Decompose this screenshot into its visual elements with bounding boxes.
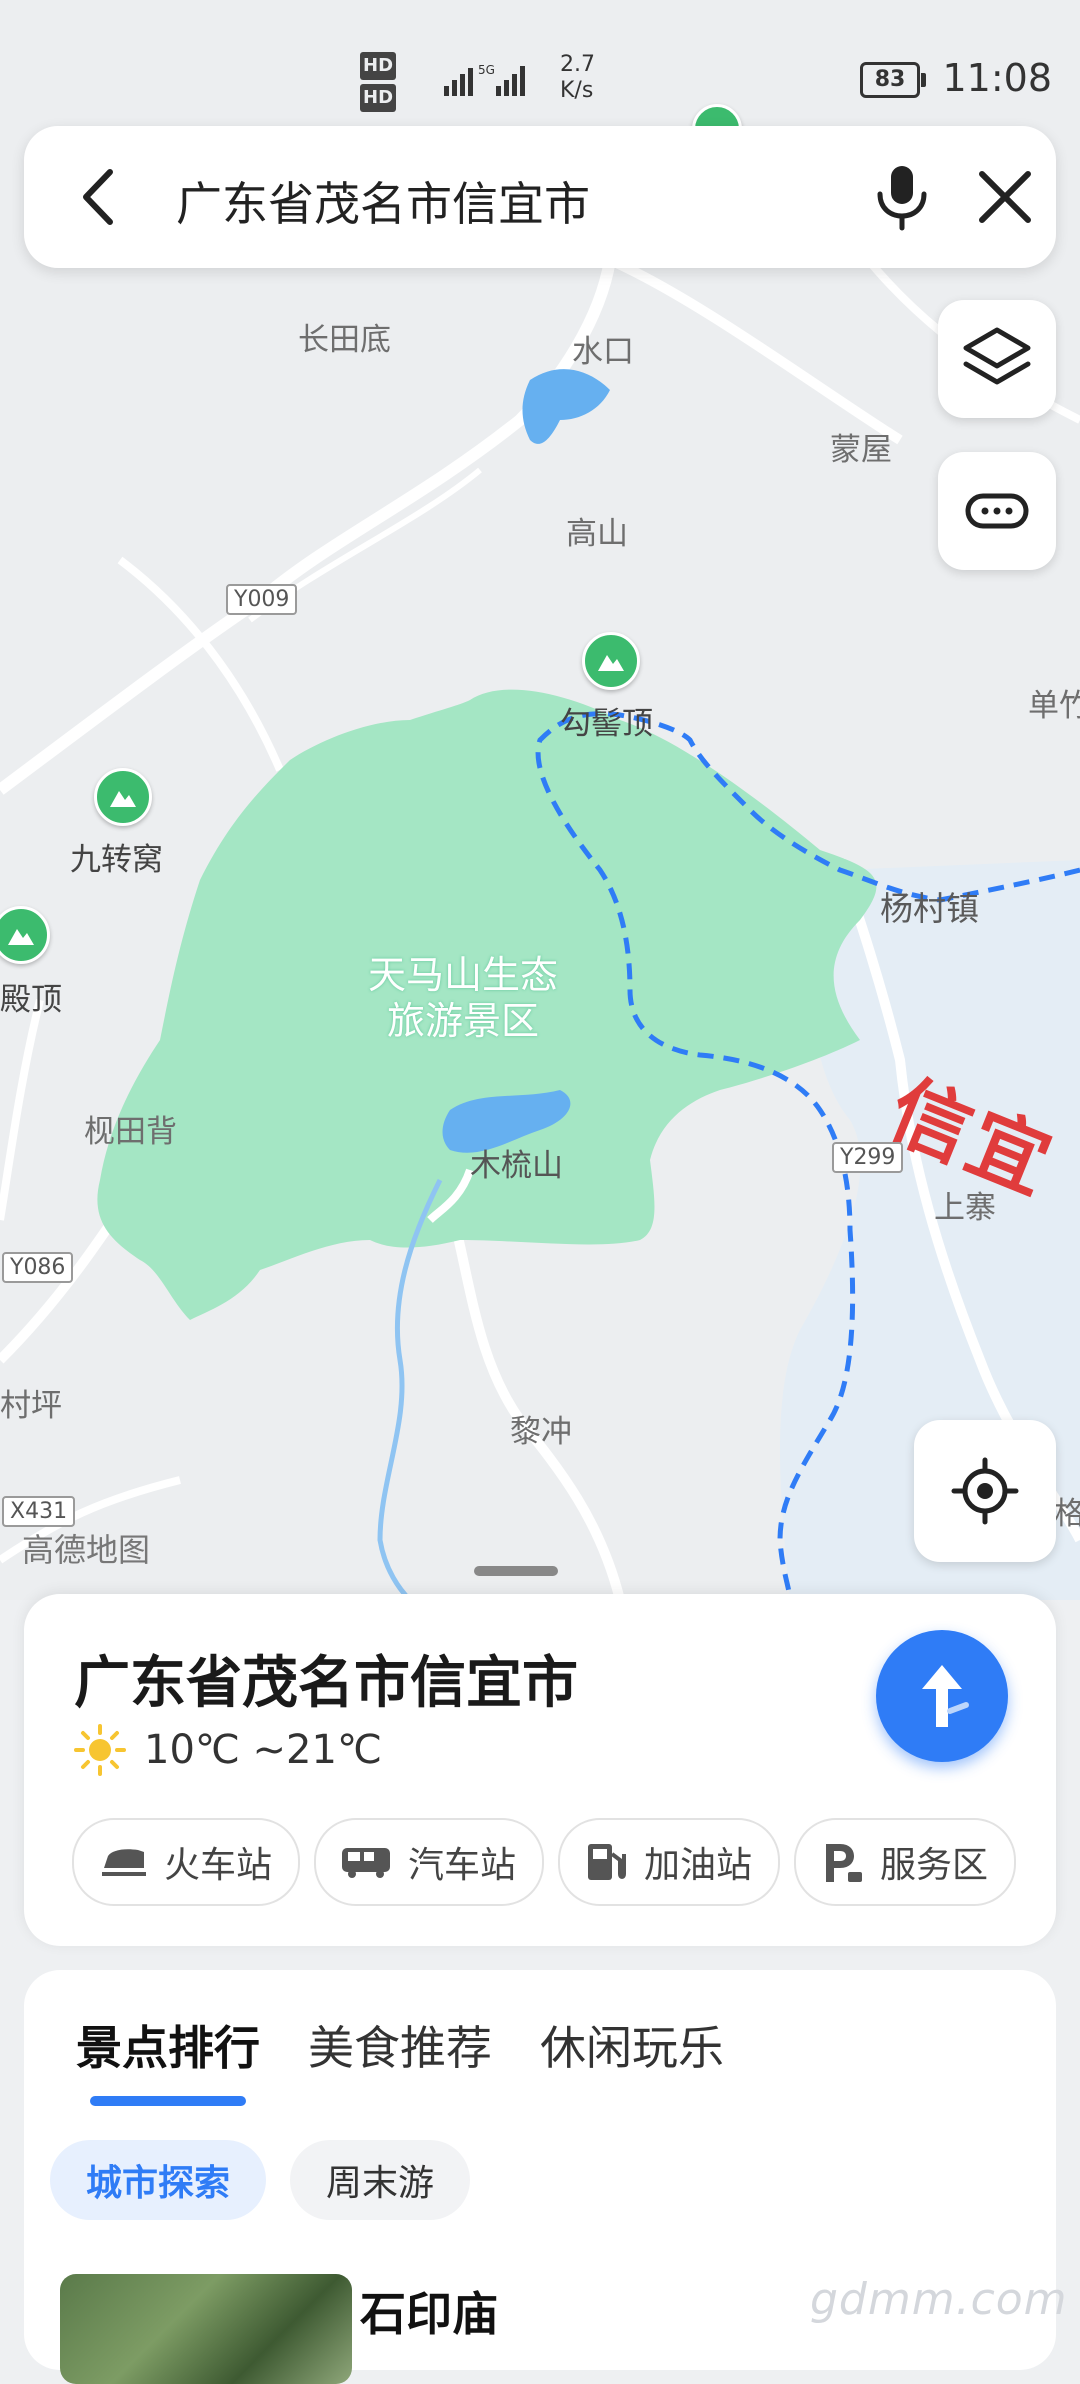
speed-unit: K/s xyxy=(560,78,594,103)
map-label-dianding: 殿顶 xyxy=(0,982,62,1018)
place-title: 广东省茂名市信宜市 xyxy=(74,1651,578,1716)
locate-button[interactable] xyxy=(914,1420,1056,1562)
more-tools-button[interactable] xyxy=(938,452,1056,570)
road-badge-y086: Y086 xyxy=(2,1252,74,1283)
network-type: 5G xyxy=(478,63,495,77)
hd-indicator: HD HD xyxy=(360,52,397,112)
mountain-icon xyxy=(8,929,34,945)
speed-value: 2.7 xyxy=(560,52,595,77)
back-arrow-icon[interactable] xyxy=(66,162,136,232)
map-label-xiantianbei: 枧田背 xyxy=(84,1114,177,1150)
scenic-spot-pin[interactable] xyxy=(94,768,152,826)
place-card: 广东省茂名市信宜市 10℃ ~21℃ 火车站 汽车站 加油站 服务区 xyxy=(24,1594,1056,1946)
park-label: 天马山生态 旅游景区 xyxy=(368,952,558,1044)
attraction-name[interactable]: 石印庙 xyxy=(360,2278,498,2344)
attraction-thumbnail[interactable] xyxy=(60,2274,352,2384)
signal-icon: 5G xyxy=(444,63,525,96)
map-provider-logo: 高德地图 xyxy=(22,1531,151,1569)
sun-icon xyxy=(74,1724,126,1776)
pill-city-explore[interactable]: 城市探索 xyxy=(50,2140,267,2220)
chip-train-station[interactable]: 火车站 xyxy=(72,1818,301,1906)
navigation-arrow-icon xyxy=(922,1665,969,1727)
search-query[interactable]: 广东省茂名市信宜市 xyxy=(176,168,590,234)
status-time: 11:08 xyxy=(942,56,1052,100)
chip-label: 火车站 xyxy=(164,1845,273,1886)
category-pills: 城市探索 周末游 xyxy=(50,2140,471,2220)
active-tab-indicator xyxy=(90,2096,246,2106)
road-badge-y299: Y299 xyxy=(832,1142,904,1173)
mountain-icon xyxy=(110,791,136,807)
navigate-button[interactable] xyxy=(876,1630,1008,1762)
locate-icon xyxy=(951,1457,1019,1525)
sheet-drag-handle[interactable] xyxy=(474,1566,558,1576)
chip-gas-station[interactable]: 加油站 xyxy=(558,1818,781,1906)
mountain-icon xyxy=(598,655,624,671)
chip-bus-station[interactable]: 汽车站 xyxy=(314,1818,545,1906)
scenic-spot-pin[interactable] xyxy=(582,632,640,690)
temperature-range: 10℃ ~21℃ xyxy=(144,1727,382,1773)
train-icon xyxy=(102,1849,146,1876)
pill-weekend-trip[interactable]: 周末游 xyxy=(290,2140,471,2220)
map-label-shuikou: 水口 xyxy=(572,334,634,370)
gas-station-icon xyxy=(588,1844,627,1880)
park-label-line2: 旅游景区 xyxy=(387,999,540,1043)
road-badge-y009: Y009 xyxy=(226,584,298,615)
map-label-changtiandi: 长田底 xyxy=(298,322,391,358)
weather-info: 10℃ ~21℃ xyxy=(74,1724,382,1776)
watermark: gdmm.com xyxy=(810,2274,1068,2325)
map-label-mengwu: 蒙屋 xyxy=(830,432,892,468)
map-label-jiuzhuanwo: 九转窝 xyxy=(70,842,163,878)
tab-attractions-ranking[interactable]: 景点排行 xyxy=(76,2012,260,2078)
status-bar: HD HD 5G 2.7 K/s 83 11:08 xyxy=(0,0,1080,120)
layers-icon xyxy=(963,327,1031,385)
map-label-gaoshan: 高山 xyxy=(566,516,628,552)
search-bar: 广东省茂名市信宜市 xyxy=(24,126,1056,268)
service-area-icon xyxy=(826,1844,863,1882)
road-badge-x431: X431 xyxy=(2,1496,76,1527)
close-icon[interactable] xyxy=(970,162,1040,232)
map-label-goujiding: 勾髻顶 xyxy=(560,706,653,742)
map-label-yangcun: 杨村镇 xyxy=(880,889,979,928)
recommendation-tabs: 景点排行 美食推荐 休闲玩乐 xyxy=(76,2012,724,2078)
layers-button[interactable] xyxy=(938,300,1056,418)
map-label-lichong: 黎冲 xyxy=(510,1414,572,1450)
bus-icon xyxy=(342,1848,391,1878)
chip-label: 服务区 xyxy=(880,1845,989,1886)
hd-label-2: HD xyxy=(360,84,397,112)
map-label-ge: 格 xyxy=(1054,1496,1080,1532)
map-label-cunping: 村坪 xyxy=(0,1388,62,1424)
tab-food-recommendations[interactable]: 美食推荐 xyxy=(308,2012,492,2078)
chip-label: 汽车站 xyxy=(408,1845,517,1886)
tab-leisure[interactable]: 休闲玩乐 xyxy=(540,2012,724,2078)
quick-links: 火车站 汽车站 加油站 服务区 xyxy=(72,1818,1017,1906)
microphone-icon[interactable] xyxy=(864,158,940,234)
battery-indicator: 83 xyxy=(860,62,926,98)
more-icon xyxy=(965,493,1029,529)
chip-label: 加油站 xyxy=(644,1845,753,1886)
hd-label-1: HD xyxy=(360,52,397,80)
park-label-line1: 天马山生态 xyxy=(368,953,559,997)
chip-service-area[interactable]: 服务区 xyxy=(794,1818,1017,1906)
map-label-mushushan: 木梳山 xyxy=(470,1148,563,1184)
network-speed: 2.7 K/s xyxy=(560,52,595,104)
map-label-danzhu: 单竹 xyxy=(1028,688,1080,724)
